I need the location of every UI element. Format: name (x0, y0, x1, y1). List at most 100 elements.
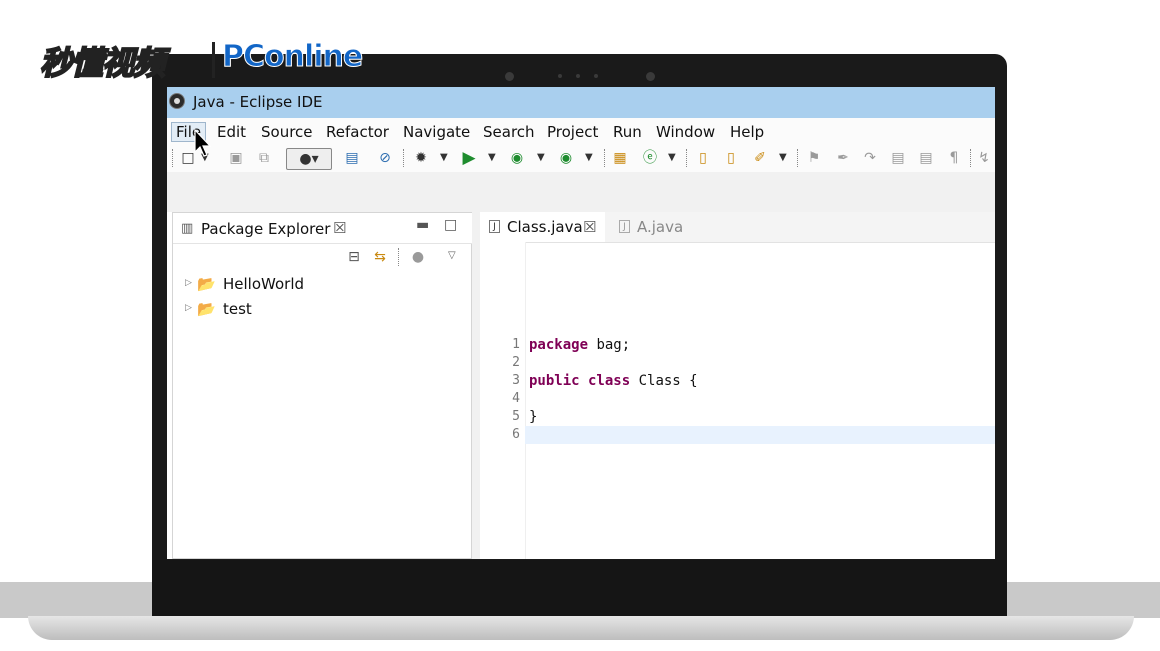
sensor-dot (558, 74, 562, 78)
chevron-down-icon[interactable]: ▼ (488, 148, 496, 168)
webcam-dot (646, 72, 655, 81)
java-file-icon: J (619, 220, 630, 233)
debug-icon[interactable]: ✹ (412, 148, 430, 168)
webcam-dot (505, 72, 514, 81)
tree-item-label: test (223, 300, 252, 318)
chevron-down-icon[interactable]: ▼ (585, 148, 593, 168)
close-icon[interactable]: ☒ (333, 219, 346, 237)
close-icon[interactable]: ☒ (583, 212, 596, 242)
package-explorer-panel: ▥ Package Explorer ☒ ▬ □ ⊟ ⇆ ● ▽ ▷ 📂 Hel… (172, 212, 473, 559)
expand-arrow-icon[interactable]: ▷ (185, 303, 192, 313)
code-editor[interactable]: package bag; public class Class { } (525, 242, 995, 559)
menu-refactor[interactable]: Refactor (326, 123, 389, 141)
tab-label: A.java (637, 218, 684, 236)
watermark-divider (212, 42, 215, 78)
previous-annotation-icon[interactable]: ▤ (889, 148, 907, 168)
skip-breakpoints-icon[interactable]: ⊘ (376, 148, 394, 168)
laptop-chin (152, 560, 1007, 618)
package-explorer-label: Package Explorer (201, 220, 331, 238)
expand-arrow-icon[interactable]: ▷ (185, 278, 192, 288)
new-java-project-icon[interactable]: ▦ (611, 148, 629, 168)
eclipse-icon (169, 93, 185, 109)
chevron-down-icon[interactable]: ▼ (537, 148, 545, 168)
java-project-icon: 📂 (197, 275, 216, 293)
title-bar: Java - Eclipse IDE (167, 87, 995, 118)
menu-window[interactable]: Window (656, 123, 715, 141)
code-line: public class Class { (529, 373, 698, 389)
next-annotation-icon[interactable]: ↷ (861, 148, 879, 168)
line-number: 4 (512, 391, 520, 406)
annotation-icon[interactable]: ⚑ (805, 148, 823, 168)
line-number: 3 (512, 373, 520, 388)
search-icon[interactable]: ✐ (751, 148, 769, 168)
java-file-icon: J (489, 220, 500, 233)
panel-splitter[interactable] (472, 212, 480, 559)
run-icon[interactable]: ▶ (459, 148, 479, 168)
menu-bar: File Edit Source Refactor Navigate Searc… (167, 118, 995, 144)
menu-search[interactable]: Search (483, 123, 535, 141)
laptop-base (28, 616, 1134, 640)
menu-navigate[interactable]: Navigate (403, 123, 470, 141)
highlight-icon[interactable]: ✒ (834, 148, 852, 168)
menu-help[interactable]: Help (730, 123, 764, 141)
toolbar-separator (604, 149, 606, 167)
chevron-down-icon[interactable]: ▼ (668, 148, 676, 168)
tree-item-label: HelloWorld (223, 275, 305, 293)
package-explorer-tab[interactable]: ▥ Package Explorer ☒ ▬ □ (173, 213, 473, 244)
package-explorer-icon: ▥ (181, 221, 194, 236)
editor-area: J Class.java ☒ J A.java 1 2 3 4 5 6 pack… (480, 212, 995, 559)
show-whitespace-icon[interactable]: ¶ (945, 148, 963, 168)
maximize-icon[interactable]: □ (444, 217, 457, 233)
chevron-down-icon[interactable]: ▼ (440, 148, 448, 168)
console-icon[interactable]: ▤ (343, 148, 361, 168)
run-as-icon[interactable]: ◉ (508, 148, 526, 168)
open-type-icon[interactable]: ▯ (694, 148, 712, 168)
toolbar-spacer (167, 172, 995, 212)
line-number: 5 (512, 409, 520, 424)
sensor-dot (594, 74, 598, 78)
code-line: package bag; (529, 337, 631, 353)
line-number-gutter: 1 2 3 4 5 6 (480, 242, 526, 559)
new-class-icon[interactable]: ⓔ (641, 148, 659, 168)
pin-icon[interactable]: ↯ (977, 148, 991, 168)
tab-class-java[interactable]: J Class.java ☒ (480, 212, 605, 242)
main-toolbar: □ ▼ ▣ ⧉ ●▾ ▤ ⊘ ✹ ▼ ▶ ▼ ◉ ▼ ◉ ▼ ▦ ⓔ ▼ ▯ ▯… (167, 144, 995, 172)
package-explorer-toolbar: ⊟ ⇆ ● ▽ (173, 245, 473, 269)
menu-run[interactable]: Run (613, 123, 642, 141)
code-line: } (529, 409, 538, 425)
watermark-brand-cn: 秒懂视频 (39, 43, 166, 83)
chevron-down-icon[interactable]: ▼ (779, 148, 787, 168)
toolbar-separator (398, 248, 400, 266)
tab-a-java[interactable]: J A.java (610, 212, 690, 242)
window-title: Java - Eclipse IDE (193, 93, 323, 111)
link-with-editor-icon[interactable]: ⇆ (371, 247, 389, 267)
line-number: 6 (512, 427, 520, 442)
toolbar-separator (403, 149, 405, 167)
user-icon[interactable]: ●▾ (286, 148, 332, 170)
line-number: 1 (512, 337, 520, 352)
mouse-cursor-icon (194, 128, 212, 157)
tab-label: Class.java (507, 218, 583, 236)
collapse-all-icon[interactable]: ⊟ (345, 247, 363, 267)
toolbar-separator (686, 149, 688, 167)
external-tools-icon[interactable]: ◉ (557, 148, 575, 168)
focus-working-set-icon[interactable]: ● (409, 247, 427, 267)
eclipse-window: Java - Eclipse IDE File Edit Source Refa… (167, 87, 995, 559)
watermark-brand-pc: PConline (221, 39, 363, 75)
menu-source[interactable]: Source (261, 123, 313, 141)
save-all-icon[interactable]: ⧉ (255, 148, 273, 168)
view-menu-icon[interactable]: ▽ (448, 246, 456, 266)
toolbar-separator (172, 149, 174, 167)
toggle-block-icon[interactable]: ▤ (917, 148, 935, 168)
toolbar-separator (970, 149, 972, 167)
menu-edit[interactable]: Edit (217, 123, 246, 141)
sensor-dot (576, 74, 580, 78)
open-folder-icon[interactable]: ▯ (722, 148, 740, 168)
line-number: 2 (512, 355, 520, 370)
toolbar-separator (797, 149, 799, 167)
editor-tab-bar: J Class.java ☒ J A.java (480, 212, 995, 243)
minimize-icon[interactable]: ▬ (416, 217, 429, 233)
save-icon[interactable]: ▣ (227, 148, 245, 168)
java-project-error-icon: 📂 (197, 300, 216, 318)
menu-project[interactable]: Project (547, 123, 598, 141)
